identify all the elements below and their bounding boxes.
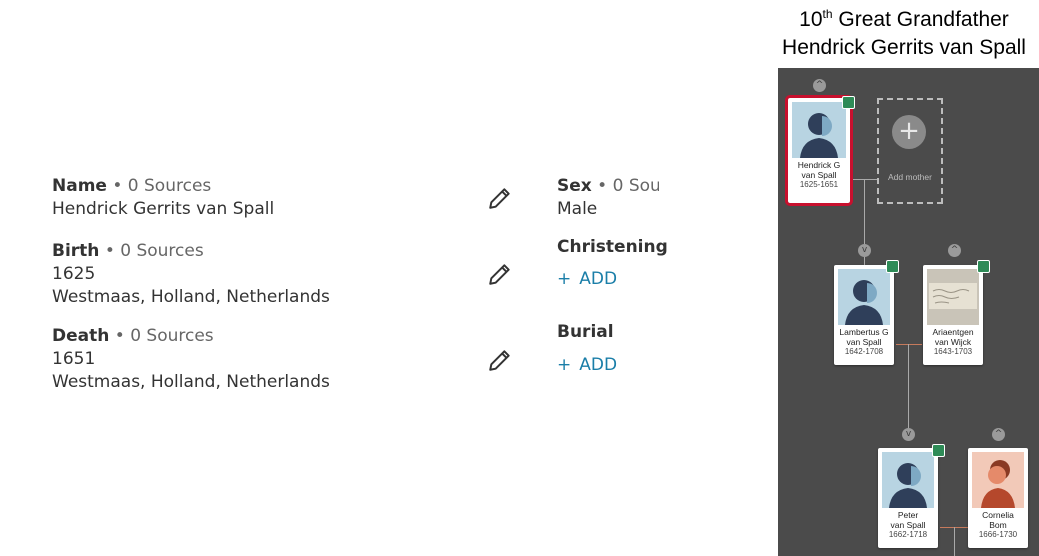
connector-line — [908, 344, 909, 436]
add-christening-button[interactable]: + ADD — [557, 269, 617, 289]
fact-christening-label: Christening — [557, 237, 668, 257]
fact-label: Death — [52, 326, 110, 346]
fact-date: 1625 — [52, 264, 96, 284]
person-label: Ariaentgen van Wijck 1643-1703 — [932, 327, 974, 356]
connector-line — [896, 344, 922, 345]
leaf-hint-icon[interactable] — [886, 260, 899, 273]
person-label: Hendrick Gvan Spall 1625-1651 — [797, 160, 841, 189]
person-label: Peter van Spall 1662-1718 — [888, 510, 928, 539]
person-card-lambertus[interactable]: Lambertus Gvan Spall 1642-1708 — [834, 265, 894, 365]
female-avatar-icon — [972, 452, 1024, 508]
chevron-down-icon[interactable]: v — [858, 244, 871, 257]
person-label: Cornelia Bom 1666-1730 — [978, 510, 1018, 539]
fact-label: Name — [52, 176, 107, 196]
edit-name-icon[interactable] — [487, 185, 513, 211]
plus-icon: + — [557, 355, 572, 375]
sources-count[interactable]: 0 Sources — [613, 176, 659, 196]
fact-label: Sex — [557, 176, 592, 196]
family-tree-panel[interactable]: ^ v ^ v ^ Hendrick Gvan Spall 1625-1651 +… — [778, 68, 1039, 556]
fact-birth: Birth • 0 Sources 1625 Westmaas, Holland… — [52, 241, 330, 307]
fact-death: Death • 0 Sources 1651 Westmaas, Holland… — [52, 326, 330, 392]
edit-death-icon[interactable] — [487, 347, 513, 373]
leaf-hint-icon[interactable] — [842, 96, 855, 109]
relation-line: 10th Great Grandfather — [799, 7, 1009, 31]
add-label: ADD — [579, 269, 618, 289]
chevron-up-icon[interactable]: ^ — [948, 244, 961, 257]
fact-place: Westmaas, Holland, Netherlands — [52, 287, 330, 307]
add-mother-button[interactable]: + Add mother — [877, 98, 943, 204]
male-avatar-icon — [838, 269, 890, 325]
leaf-hint-icon[interactable] — [932, 444, 945, 457]
fact-label: Birth — [52, 241, 100, 261]
sources-count[interactable]: 0 Sources — [130, 326, 213, 346]
connector-line — [954, 527, 955, 556]
person-card-peter[interactable]: Peter van Spall 1662-1718 — [878, 448, 938, 548]
person-card-cornelia[interactable]: Cornelia Bom 1666-1730 — [968, 448, 1028, 548]
fact-value: Male — [557, 199, 598, 219]
fact-burial-label: Burial — [557, 322, 614, 342]
add-label: ADD — [579, 355, 618, 375]
ancestor-title: 10th Great Grandfather Hendrick Gerrits … — [770, 6, 1038, 62]
ancestor-name: Hendrick Gerrits van Spall — [782, 36, 1026, 59]
add-mother-label: Add mother — [888, 172, 932, 182]
fact-date: 1651 — [52, 349, 96, 369]
person-card-hendrick[interactable]: Hendrick Gvan Spall 1625-1651 — [785, 95, 853, 206]
fact-sex: Sex • 0 Sources Male — [557, 175, 659, 221]
male-avatar-icon — [882, 452, 934, 508]
sources-count[interactable]: 0 Sources — [128, 176, 211, 196]
person-card-ariaentgen[interactable]: Ariaentgen van Wijck 1643-1703 — [923, 265, 983, 365]
edit-birth-icon[interactable] — [487, 261, 513, 287]
chevron-down-icon[interactable]: v — [902, 428, 915, 441]
fact-name: Name • 0 Sources Hendrick Gerrits van Sp… — [52, 176, 275, 219]
fact-value: Hendrick Gerrits van Spall — [52, 199, 275, 219]
male-avatar-icon — [792, 102, 846, 158]
chevron-up-icon[interactable]: ^ — [992, 428, 1005, 441]
document-photo-icon — [927, 269, 979, 325]
add-burial-button[interactable]: + ADD — [557, 355, 617, 375]
fact-place: Westmaas, Holland, Netherlands — [52, 372, 330, 392]
plus-icon: + — [557, 269, 572, 289]
person-label: Lambertus Gvan Spall 1642-1708 — [839, 327, 889, 356]
chevron-up-icon[interactable]: ^ — [813, 79, 826, 92]
plus-icon: + — [892, 115, 926, 149]
sources-count[interactable]: 0 Sources — [120, 241, 203, 261]
leaf-hint-icon[interactable] — [977, 260, 990, 273]
